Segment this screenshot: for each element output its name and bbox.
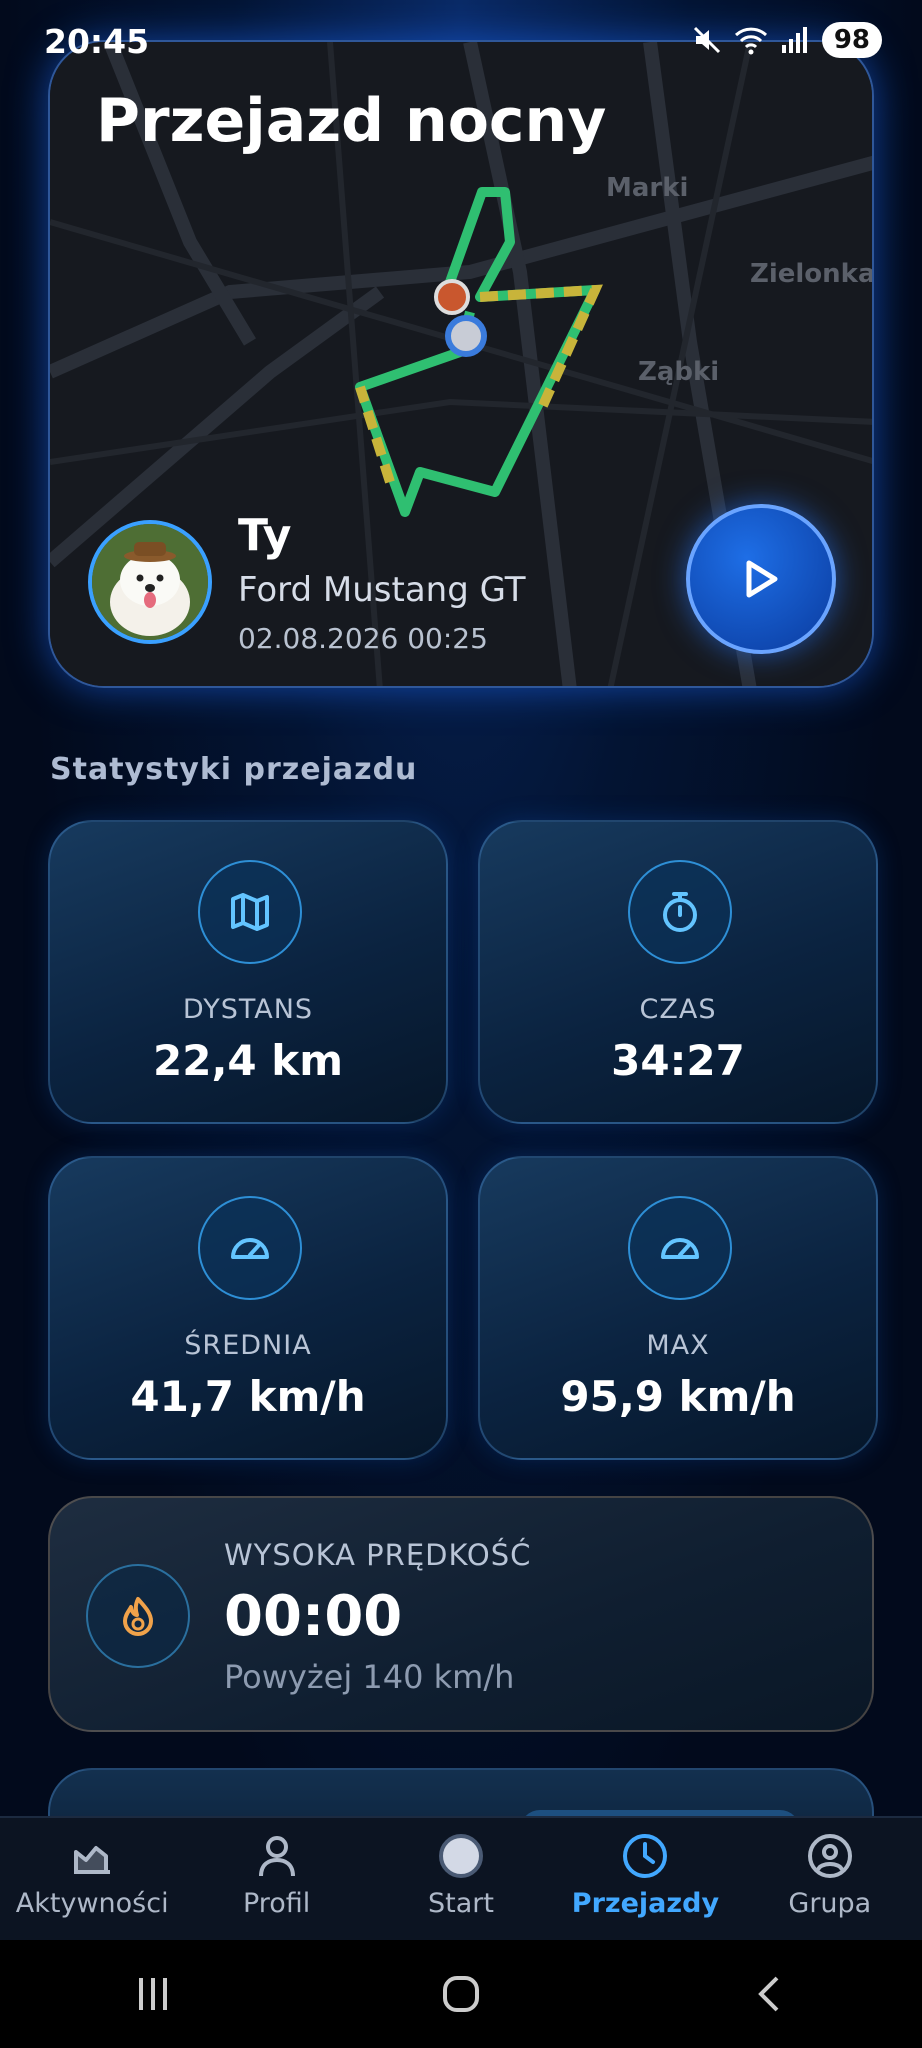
nav-label: Przejazdy — [571, 1888, 720, 1919]
nav-item-group[interactable]: Grupa — [738, 1818, 922, 1940]
nav-item-activities[interactable]: Aktywności — [0, 1818, 184, 1940]
bottom-navigation: Aktywności Profil Start Przejazdy Grupa — [0, 1816, 922, 1940]
speedometer-icon — [231, 1238, 269, 1259]
nav-label: Grupa — [788, 1888, 872, 1919]
person-icon — [258, 1836, 295, 1877]
speedometer-icon — [661, 1238, 699, 1259]
status-icons: 98 — [692, 22, 882, 58]
stat-card-distance: DYSTANS 22,4 km — [48, 820, 448, 1124]
stat-card-average-speed: ŚREDNIA 41,7 km/h — [48, 1156, 448, 1460]
map-label-zabki: Ząbki — [638, 357, 719, 387]
map-label-zielonka: Zielonka — [750, 259, 874, 289]
nav-item-start[interactable]: Start — [369, 1818, 553, 1940]
stat-label: MAX — [646, 1330, 710, 1361]
high-speed-card: WYSOKA PRĘDKOŚĆ 00:00 Powyżej 140 km/h — [48, 1496, 874, 1732]
system-navigation-bar — [0, 1940, 922, 2048]
group-icon — [807, 1834, 852, 1878]
battery-indicator: 98 — [821, 22, 882, 58]
flame-icon — [123, 1597, 153, 1636]
ride-title: Przejazd nocny — [96, 86, 607, 156]
play-replay-button[interactable] — [686, 504, 836, 654]
recent-apps-icon[interactable] — [131, 1972, 175, 2016]
stat-value: 22,4 km — [153, 1036, 343, 1085]
stat-label: DYSTANS — [182, 994, 314, 1025]
stat-value: 95,9 km/h — [560, 1372, 796, 1421]
ride-user: Ty — [238, 510, 292, 561]
stopwatch-icon — [663, 892, 697, 932]
home-icon[interactable] — [437, 1970, 485, 2018]
high-speed-label: WYSOKA PRĘDKOŚĆ — [224, 1538, 532, 1572]
high-speed-threshold: Powyżej 140 km/h — [224, 1658, 515, 1696]
chart-icon — [74, 1846, 111, 1874]
nav-item-profile[interactable]: Profil — [184, 1818, 368, 1940]
mute-icon — [693, 26, 720, 54]
map-icon — [231, 893, 269, 931]
stat-value: 34:27 — [611, 1036, 745, 1085]
nav-label: Start — [428, 1888, 494, 1919]
stats-section-title: Statystyki przejazdu — [50, 752, 418, 787]
status-time: 20:45 — [44, 22, 150, 61]
play-icon — [746, 560, 778, 598]
avatar — [88, 520, 212, 644]
ride-date: 02.08.2026 00:25 — [238, 622, 488, 655]
nav-label: Profil — [242, 1888, 311, 1919]
high-speed-value: 00:00 — [224, 1584, 403, 1649]
stat-card-max-speed: MAX 95,9 km/h — [478, 1156, 878, 1460]
back-icon[interactable] — [747, 1972, 791, 2016]
ride-card[interactable]: Marki Zielonka Ząbki Przejazd nocny Ty F… — [48, 40, 874, 688]
nav-item-rides[interactable]: Przejazdy — [553, 1818, 737, 1940]
ride-car: Ford Mustang GT — [238, 570, 526, 610]
stat-value: 41,7 km/h — [130, 1372, 366, 1421]
start-dot-icon — [439, 1834, 484, 1878]
stat-label: CZAS — [639, 994, 717, 1025]
wifi-icon — [734, 27, 767, 55]
clock-icon — [623, 1834, 668, 1878]
route-start-marker — [434, 279, 470, 315]
nav-label: Aktywności — [15, 1888, 169, 1919]
signal-icon — [781, 27, 807, 53]
route-end-marker — [445, 315, 487, 357]
status-bar: 20:45 98 — [0, 0, 922, 80]
stat-card-time: CZAS 34:27 — [478, 820, 878, 1124]
stat-label: ŚREDNIA — [184, 1330, 312, 1361]
map-label-marki: Marki — [606, 173, 688, 203]
